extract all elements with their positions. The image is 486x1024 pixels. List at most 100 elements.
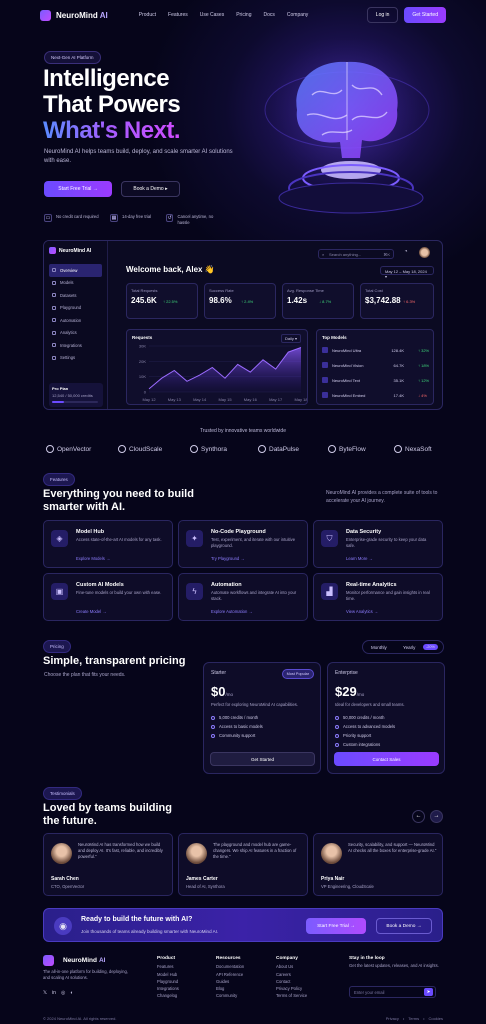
hero-badge: Next-Gen AI Platform [44, 51, 101, 64]
brand-name[interactable]: NeuroMind AI [56, 11, 108, 20]
feature-card-analytics[interactable]: ▟ Real-time Analytics Monitor performance … [313, 573, 443, 621]
kpi-card: Success Rate 98.6% ↑ 2.4% [204, 283, 276, 319]
synthora-logo-icon [190, 445, 198, 453]
top-model-row[interactable]: NeuroMind Embed 17.4K ↓ 4% [322, 389, 432, 401]
footer-link[interactable]: About Us [276, 963, 307, 970]
top-model-row[interactable]: NeuroMind Text 35.1K ↑ 12% [322, 374, 432, 386]
testimonials-pill: Testimonials [43, 787, 82, 800]
plan-feature: Priority support [335, 731, 437, 740]
footer-link[interactable]: Integrations [157, 985, 179, 992]
footer-legal-link[interactable]: Privacy [386, 1016, 399, 1021]
nav-link-use-cases[interactable]: Use Cases [200, 12, 224, 18]
plan-feature: Access to advanced models [335, 722, 437, 731]
footer-link[interactable]: API Reference [216, 971, 244, 978]
play-icon: ▸ [163, 186, 168, 192]
footer-link[interactable]: Community [216, 992, 244, 999]
footer-legal-link[interactable]: Terms [408, 1016, 419, 1021]
nav-link-pricing[interactable]: Pricing [236, 12, 251, 18]
search-icon: ⌕ [322, 252, 325, 257]
login-button[interactable]: Log in [366, 7, 399, 23]
nav-link-product[interactable]: Product [139, 12, 156, 18]
footer-col-product: Product Features Model Hub Playground Integr… [157, 956, 179, 999]
avatar [186, 843, 207, 864]
chart-icon: ▟ [321, 583, 338, 600]
footer-link[interactable]: Contact [276, 978, 307, 985]
footer-link[interactable]: Careers [276, 971, 307, 978]
cloud-icon [118, 445, 126, 453]
sidebar-item-integrations[interactable]: Integrations [49, 339, 102, 352]
avatar[interactable] [419, 247, 430, 258]
shield-icon: ⛉ [321, 530, 338, 547]
feature-card-automation[interactable]: ϟ Automation Automate workflows and integr… [178, 573, 308, 621]
feature-link[interactable]: View Analytics → [346, 609, 378, 614]
sidebar-item-settings[interactable]: Settings [49, 352, 102, 365]
cta-book-demo-button[interactable]: Book a Demo → [376, 918, 432, 934]
pricing-card-starter: Starter Most Popular $0/mo Perfect for e… [203, 662, 321, 774]
feature-link[interactable]: Try Playground → [211, 556, 245, 561]
start-free-trial-button[interactable]: Start Free Trial → [44, 181, 112, 197]
feature-card-playground[interactable]: ✦ No-Code Playground Test, experiment, and… [178, 520, 308, 568]
sidebar-item-playground[interactable]: Playground [49, 302, 102, 315]
x-tick-label: May 14 [193, 397, 207, 402]
partner-logo: CloudScale [118, 445, 162, 453]
discord-icon[interactable]: ◐ [70, 990, 73, 996]
feature-link[interactable]: Learn More → [346, 556, 373, 561]
newsletter-email-input[interactable]: Enter your email [349, 986, 436, 998]
date-range-select[interactable]: May 12 – May 18, 2024 ▾ [380, 266, 434, 279]
feature-link[interactable]: Create Model → [76, 609, 107, 614]
footer-link[interactable]: Documentation [216, 963, 244, 970]
sidebar-item-datasets[interactable]: Datasets [49, 289, 102, 302]
feature-card-security[interactable]: ⛉ Data Security Enterprise-grade security … [313, 520, 443, 568]
nav-link-company[interactable]: Company [287, 12, 308, 18]
linkedin-icon[interactable]: in [52, 990, 56, 996]
get-started-plan-button[interactable]: Get Started [210, 752, 315, 766]
nav-link-docs[interactable]: Docs [264, 12, 275, 18]
pricing-card-enterprise: Enterprise $29/mo Ideal for developers a… [327, 662, 445, 774]
check-icon [211, 715, 215, 720]
sidebar-item-models[interactable]: Models [49, 277, 102, 290]
prev-arrow-button[interactable]: ← [412, 810, 425, 823]
footer-link[interactable]: Model Hub [157, 971, 179, 978]
pricing-title: Simple, transparent pricing [43, 655, 186, 667]
sidebar-item-analytics[interactable]: Analytics [49, 327, 102, 340]
footer-link[interactable]: Features [157, 963, 179, 970]
footer-link[interactable]: Privacy Policy [276, 985, 307, 992]
sidebar-item-automation[interactable]: Automation [49, 314, 102, 327]
sparkle-icon: ✦ [186, 530, 203, 547]
cta-start-trial-button[interactable]: Start Free Trial → [306, 918, 366, 934]
dashboard-search-input[interactable]: ⌕ Search anything... ⌘K [318, 249, 394, 259]
footer-link[interactable]: Playground [157, 978, 179, 985]
bolt-icon: ϟ [186, 583, 203, 600]
footer-link[interactable]: Changelog [157, 992, 179, 999]
sidebar-item-overview[interactable]: Overview [49, 264, 102, 277]
feature-link[interactable]: Explore Automation → [211, 609, 253, 614]
bell-icon[interactable]: ◔ [404, 249, 408, 255]
feature-card-model-hub[interactable]: ◈ Model Hub Access state-of-the-art AI mod… [43, 520, 173, 568]
model-icon [322, 347, 328, 353]
pricing-subtitle: Choose the plan that fits your needs. [44, 672, 126, 678]
nav-link-features[interactable]: Features [168, 12, 188, 18]
feature-card-custom-models[interactable]: ▣ Custom AI Models Fine-tune models or bui… [43, 573, 173, 621]
plan-usage-fill [52, 401, 64, 403]
footer-legal-link[interactable]: Cookies [429, 1016, 443, 1021]
feature-link[interactable]: Explore Models → [76, 556, 110, 561]
partner-logo: ByteFlow [328, 445, 366, 453]
newsletter-submit-button[interactable]: ➤ [424, 988, 433, 996]
twitter-icon[interactable]: 𝕏 [43, 990, 47, 996]
yearly-option[interactable]: Yearly [403, 645, 415, 650]
top-models-panel: Top Models NeuroMind Ultra 128.4K ↑ 32% Ne… [316, 329, 434, 405]
get-started-button[interactable]: Get Started [404, 7, 446, 23]
book-demo-button[interactable]: Book a Demo ▸ [121, 181, 180, 197]
footer-link[interactable]: Blog [216, 985, 244, 992]
dashboard-sidebar: NeuroMind AI Overview Models Datasets Pl… [44, 241, 108, 409]
footer-link[interactable]: Guides [216, 978, 244, 985]
pro-plan-card[interactable]: Pro Plan 12,540 / 50,000 credits [49, 383, 103, 407]
top-model-row[interactable]: NeuroMind Ultra 128.4K ↑ 32% [322, 344, 432, 356]
footer-link[interactable]: Terms of Service [276, 992, 307, 999]
next-arrow-button[interactable]: → [430, 810, 443, 823]
perk-cancel: ↺ Cancel anytime, no hassle [166, 214, 214, 225]
top-model-row[interactable]: NeuroMind Vision 64.7K ↑ 18% [322, 359, 432, 371]
monthly-option[interactable]: Monthly [371, 645, 387, 650]
github-icon[interactable]: ◎ [61, 990, 65, 996]
contact-sales-button[interactable]: Contact Sales [334, 752, 439, 766]
